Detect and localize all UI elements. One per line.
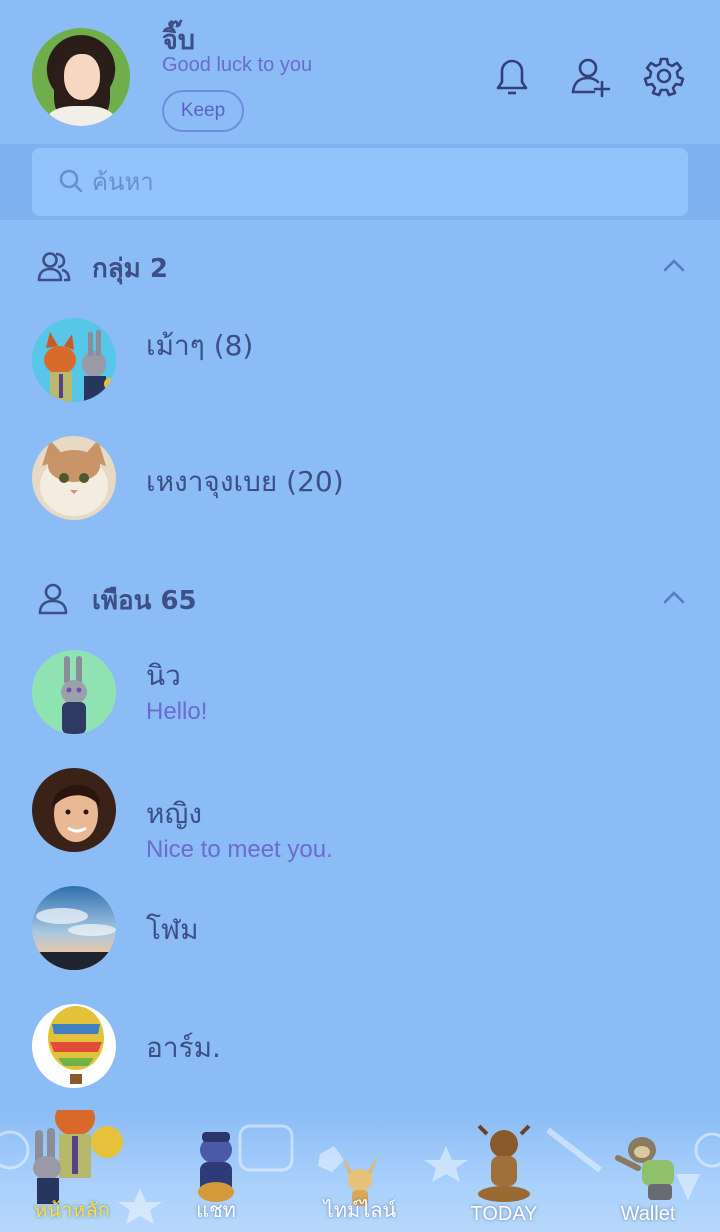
search-box[interactable] <box>32 148 688 216</box>
fox-mascot-icon <box>33 1110 123 1204</box>
search-input[interactable] <box>92 162 652 202</box>
bottom-tab-bar: หน้าหลัก แชท ไทม์ไลน์ TODAY Wallet <box>0 1110 720 1232</box>
tab-today[interactable]: TODAY <box>432 1110 576 1232</box>
friend-row[interactable]: อาร์ม. <box>0 1004 720 1104</box>
group-name: เหงาจุงเบย (20) <box>146 465 344 498</box>
avatar-shirt <box>48 106 114 126</box>
friends-section-title: เพือน 65 <box>92 586 197 616</box>
bell-icon[interactable] <box>490 52 534 100</box>
tab-timeline[interactable]: ไทม์ไลน์ <box>288 1110 432 1232</box>
chevron-up-icon[interactable] <box>660 586 688 608</box>
group-avatar <box>32 436 116 520</box>
friends-section-header[interactable]: เพือน 65 <box>0 568 720 628</box>
profile-avatar[interactable] <box>32 28 130 126</box>
friend-row[interactable]: โฬม <box>0 886 720 986</box>
profile-header: จิ๊บ Good luck to you Keep <box>0 0 720 144</box>
search-icon <box>59 169 83 193</box>
friend-status-message: Hello! <box>146 698 208 725</box>
chevron-up-icon[interactable] <box>660 254 688 276</box>
group-icon <box>37 252 71 282</box>
tab-label: TODAY <box>470 1203 538 1225</box>
friend-status-message: Nice to meet you. <box>146 836 333 863</box>
add-friend-icon[interactable] <box>568 52 612 100</box>
friend-name: อาร์ม. <box>146 1031 221 1064</box>
tab-label: หน้าหลัก <box>34 1200 110 1222</box>
friend-avatar <box>32 886 116 970</box>
tab-label: Wallet <box>620 1203 676 1225</box>
profile-status-message[interactable]: Good luck to you <box>162 54 312 77</box>
friend-name: หญิง <box>146 797 202 830</box>
friend-name: นิว <box>146 659 181 692</box>
tab-home[interactable]: หน้าหลัก <box>0 1110 144 1232</box>
friend-avatar <box>32 1004 116 1088</box>
group-avatar <box>32 318 116 402</box>
friend-name: โฬม <box>146 913 199 946</box>
groups-section-title: กลุ่ม 2 <box>92 254 168 284</box>
search-band <box>0 144 720 220</box>
group-row[interactable]: เหงาจุงเบย (20) <box>0 436 720 536</box>
tab-label: แชท <box>196 1200 236 1222</box>
sloth-mascot-icon <box>615 1137 674 1200</box>
groups-section-header[interactable]: กลุ่ม 2 <box>0 236 720 296</box>
group-row[interactable]: เม้าๆ (8) <box>0 318 720 418</box>
avatar-face <box>64 54 100 100</box>
tab-label: ไทม์ไลน์ <box>323 1200 397 1222</box>
tab-wallet[interactable]: Wallet <box>576 1110 720 1232</box>
group-name: เม้าๆ (8) <box>146 329 254 362</box>
gear-icon[interactable] <box>642 52 686 100</box>
keep-button[interactable]: Keep <box>162 90 244 132</box>
friend-avatar <box>32 768 116 852</box>
yak-mascot-icon <box>477 1124 531 1202</box>
person-icon <box>38 583 68 615</box>
friend-row[interactable]: หญิง Nice to meet you. <box>0 768 720 868</box>
tab-chat[interactable]: แชท <box>144 1110 288 1232</box>
friend-row[interactable]: นิว Hello! <box>0 650 720 750</box>
friend-avatar <box>32 650 116 734</box>
